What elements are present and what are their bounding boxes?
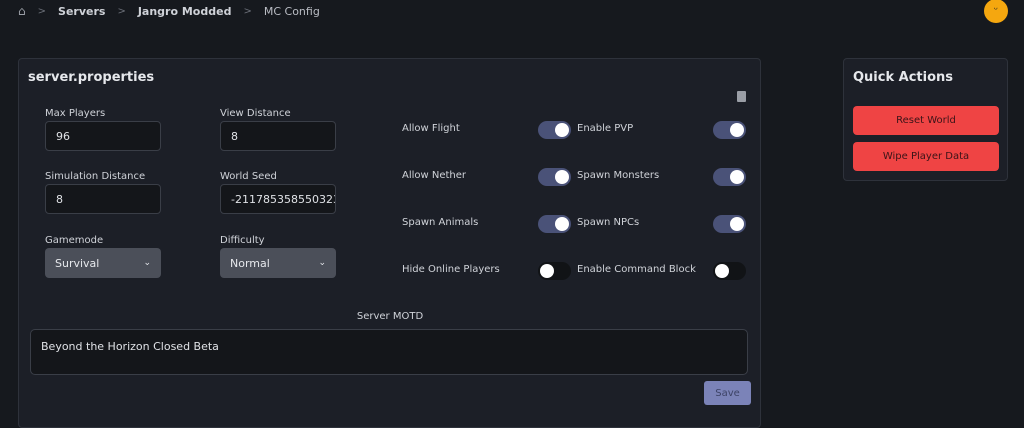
gamemode-select[interactable]: Survival ⌄ xyxy=(45,248,161,278)
quick-actions-title: Quick Actions xyxy=(853,70,954,85)
wipe-player-data-button[interactable]: Wipe Player Data xyxy=(853,142,999,171)
world-seed-label: World Seed xyxy=(220,171,277,182)
gamemode-label: Gamemode xyxy=(45,235,104,246)
motd-label: Server MOTD xyxy=(356,311,424,322)
spawn-monsters-toggle[interactable] xyxy=(713,168,746,186)
world-seed-input[interactable]: -2117853585503232 xyxy=(220,184,336,214)
toggle-knob xyxy=(555,123,569,137)
save-button[interactable]: Save xyxy=(704,381,751,405)
breadcrumb: ⌂ > Servers > Jangro Modded > MC Config xyxy=(18,3,320,19)
breadcrumb-servers[interactable]: Servers xyxy=(58,5,105,18)
reset-world-button[interactable]: Reset World xyxy=(853,106,999,135)
spawn-npcs-toggle[interactable] xyxy=(713,215,746,233)
difficulty-label: Difficulty xyxy=(220,235,265,246)
home-icon[interactable]: ⌂ xyxy=(18,4,26,18)
enable-command-block-label: Enable Command Block xyxy=(577,264,696,275)
toggle-knob xyxy=(730,170,744,184)
allow-nether-toggle[interactable] xyxy=(538,168,571,186)
allow-flight-label: Allow Flight xyxy=(402,123,460,134)
max-players-label: Max Players xyxy=(45,108,106,119)
toggle-knob xyxy=(555,217,569,231)
chevron-down-icon: ⌄ xyxy=(143,258,151,268)
hide-online-players-toggle[interactable] xyxy=(538,262,571,280)
enable-pvp-label: Enable PVP xyxy=(577,123,634,134)
motd-textarea[interactable]: Beyond the Horizon Closed Beta xyxy=(30,329,748,375)
max-players-input[interactable]: 96 xyxy=(45,121,161,151)
toggle-knob xyxy=(730,123,744,137)
enable-command-block-toggle[interactable] xyxy=(713,262,746,280)
difficulty-value: Normal xyxy=(230,256,270,270)
toggle-knob xyxy=(715,264,729,278)
card-title: server.properties xyxy=(28,70,155,85)
gamemode-value: Survival xyxy=(55,256,100,270)
spawn-animals-label: Spawn Animals xyxy=(402,217,479,228)
breadcrumb-server[interactable]: Jangro Modded xyxy=(138,5,232,18)
avatar[interactable]: ᵕ xyxy=(984,0,1008,23)
hide-online-players-label: Hide Online Players xyxy=(402,264,500,275)
toggle-knob xyxy=(555,170,569,184)
chevron-right-icon: > xyxy=(243,5,252,17)
chevron-down-icon: ⌄ xyxy=(318,258,326,268)
simulation-distance-label: Simulation Distance xyxy=(45,171,146,182)
simulation-distance-input[interactable]: 8 xyxy=(45,184,161,214)
file-icon[interactable] xyxy=(737,91,746,102)
toggle-knob xyxy=(730,217,744,231)
chevron-right-icon: > xyxy=(117,5,126,17)
allow-flight-toggle[interactable] xyxy=(538,121,571,139)
difficulty-select[interactable]: Normal ⌄ xyxy=(220,248,336,278)
toggle-knob xyxy=(540,264,554,278)
breadcrumb-current: MC Config xyxy=(263,4,320,18)
spawn-animals-toggle[interactable] xyxy=(538,215,571,233)
view-distance-input[interactable]: 8 xyxy=(220,121,336,151)
chevron-right-icon: > xyxy=(37,5,47,17)
spawn-npcs-label: Spawn NPCs xyxy=(577,217,640,228)
spawn-monsters-label: Spawn Monsters xyxy=(577,170,660,181)
enable-pvp-toggle[interactable] xyxy=(713,121,746,139)
allow-nether-label: Allow Nether xyxy=(402,170,467,181)
view-distance-label: View Distance xyxy=(220,108,291,119)
